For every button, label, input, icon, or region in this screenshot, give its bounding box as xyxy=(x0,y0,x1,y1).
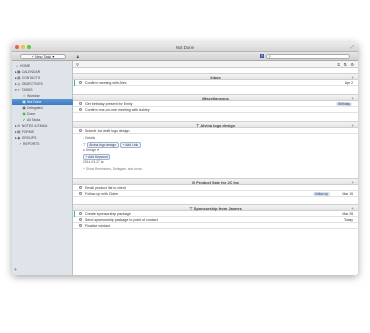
task-list-pane: ⚲ ⧖ ⇅ ⚙ Inbox + Confirm meeting with Ale… xyxy=(73,61,358,275)
task-checkbox[interactable] xyxy=(79,218,82,222)
task-title: Email product list to client xyxy=(85,186,126,191)
task-row[interactable]: Confirm meeting with Alex Apr 2 xyxy=(73,80,358,86)
person-icon[interactable]: ♟ xyxy=(76,54,80,59)
facebook-icon[interactable]: f xyxy=(260,54,264,58)
category-line: ● Design ▾ xyxy=(83,148,99,152)
chevron-down-icon: ▾ xyxy=(52,54,55,59)
clear-date-icon[interactable]: ⊗ xyxy=(101,160,104,164)
fullscreen-icon[interactable]: ⤢ xyxy=(351,44,354,49)
sidebar-item-label: OBJECTIVES xyxy=(21,82,43,86)
sidebar-item-label: CONTACTS xyxy=(21,76,41,80)
pie-chart-icon: ◔ xyxy=(18,142,22,146)
sidebar-item-label: Not Done xyxy=(27,100,42,104)
task-checkbox[interactable] xyxy=(79,108,82,112)
task-title: Follow up with Claire xyxy=(85,192,119,197)
task-tag[interactable]: Birthday xyxy=(336,101,352,106)
task-checkbox[interactable] xyxy=(79,129,82,133)
sidebar-item-label: All Tasks xyxy=(27,118,41,122)
task-row[interactable]: Confirm one-on-one meeting with Ashley xyxy=(73,107,358,113)
sidebar-item-label: Workbar xyxy=(27,94,40,98)
filter-icon[interactable]: ⧖ xyxy=(337,62,340,67)
list-toolbar: ⚲ ⧖ ⇅ ⚙ xyxy=(73,61,358,68)
new-task-label: + New Task xyxy=(31,54,52,59)
sidebar-item-label: Done xyxy=(27,112,36,116)
sidebar-item-label: Delegated xyxy=(27,106,43,110)
task-tag[interactable]: follow up xyxy=(313,191,330,196)
task-checkbox[interactable] xyxy=(79,224,82,228)
new-task-button[interactable]: + New Task ▾ xyxy=(20,53,66,59)
task-title: Finalize contact xyxy=(85,224,110,229)
task-row[interactable]: Follow up with Claire follow up Mar 15 xyxy=(73,191,358,197)
window-title: Not Done xyxy=(175,44,195,50)
search-icon: ⚲ xyxy=(268,54,271,59)
details-label: ◦ Details xyxy=(83,136,95,140)
sidebar-item-label: TASKS xyxy=(21,88,33,92)
task-checkbox[interactable] xyxy=(79,186,82,190)
app-window: Not Done ⤢ + New Task ▾ ♟ f ⚲ ⌂ HOME ▸▦CA… xyxy=(12,42,358,275)
category-label[interactable]: Design xyxy=(86,148,96,152)
task-row[interactable]: Finalize contact xyxy=(73,223,358,229)
search-icon[interactable]: ⚲ xyxy=(76,62,79,67)
sidebar-item-label: HOME xyxy=(20,64,31,68)
section-header-sponsorship[interactable]: ⊤ Sponsorship from Jannes + xyxy=(73,204,358,211)
add-task-button[interactable]: + xyxy=(351,96,354,101)
add-task-button[interactable]: + xyxy=(351,180,354,185)
task-due-date: Apr 2 xyxy=(344,81,353,86)
task-title: Send sponsorship package to point of con… xyxy=(85,218,158,223)
section-header-inbox[interactable]: Inbox + xyxy=(73,73,358,80)
task-checkbox[interactable] xyxy=(79,192,82,196)
task-row[interactable]: Submit 1st draft logo design xyxy=(73,128,358,134)
section-header-product[interactable]: ⊙ Product Sale for JC Inc + xyxy=(73,178,358,185)
gear-icon[interactable]: ⚙ xyxy=(350,62,354,67)
section-header-alvina[interactable]: ⊤ Alvina logo design + xyxy=(73,121,358,128)
sidebar-item-label: FORMS xyxy=(21,130,34,134)
add-task-button[interactable]: + xyxy=(351,206,354,211)
task-title: Get birthday present for Emily xyxy=(85,102,133,107)
task-title: Create sponsorship package xyxy=(85,212,131,217)
details-text: Details xyxy=(85,136,96,140)
sidebar-item-reports[interactable]: ◔ REPORTS xyxy=(12,141,78,147)
task-checkbox[interactable] xyxy=(79,212,82,216)
add-task-button[interactable]: + xyxy=(351,123,354,128)
toolbar: + New Task ▾ ♟ f ⚲ xyxy=(12,52,358,61)
sidebar-item-label: GROUPS xyxy=(21,136,37,140)
date-value[interactable]: 2014-03-27 xyxy=(83,160,100,164)
task-due-date: Today xyxy=(343,218,353,223)
add-task-button[interactable]: + xyxy=(351,75,354,80)
sidebar-item-label: NOTES & EMAIL xyxy=(21,124,48,128)
search-input[interactable]: ⚲ xyxy=(266,53,350,59)
task-checkbox[interactable] xyxy=(79,102,82,106)
task-title: Confirm meeting with Alex xyxy=(85,81,127,86)
task-checkbox[interactable] xyxy=(79,81,82,85)
task-title: Submit 1st draft logo design xyxy=(85,129,130,134)
sidebar: ⌂ HOME ▸▦CALENDAR ▸▤CONTACTS ▸◎ OBJECTIVES… xyxy=(12,61,82,275)
add-sidebar-item-button[interactable]: + xyxy=(14,267,17,273)
date-line: 2014-03-27 ⊗ xyxy=(83,160,104,164)
task-title: Confirm one-on-one meeting with Ashley xyxy=(85,108,150,113)
task-due-date: Mar 28 xyxy=(342,212,353,217)
sidebar-item-label: CALENDAR xyxy=(21,70,41,74)
priority-bar xyxy=(74,80,76,86)
task-due-date: Mar 15 xyxy=(342,192,353,197)
add-link-button[interactable]: + Add Link xyxy=(120,142,141,148)
show-more-link[interactable]: + Show Reminders, Delegate, and more... xyxy=(83,167,144,171)
sidebar-item-label: REPORTS xyxy=(23,142,40,146)
sort-icon[interactable]: ⇅ xyxy=(344,62,347,67)
title-bar: Not Done ⤢ xyxy=(12,42,358,52)
section-header-misc[interactable]: Miscellaneous + xyxy=(73,94,358,101)
